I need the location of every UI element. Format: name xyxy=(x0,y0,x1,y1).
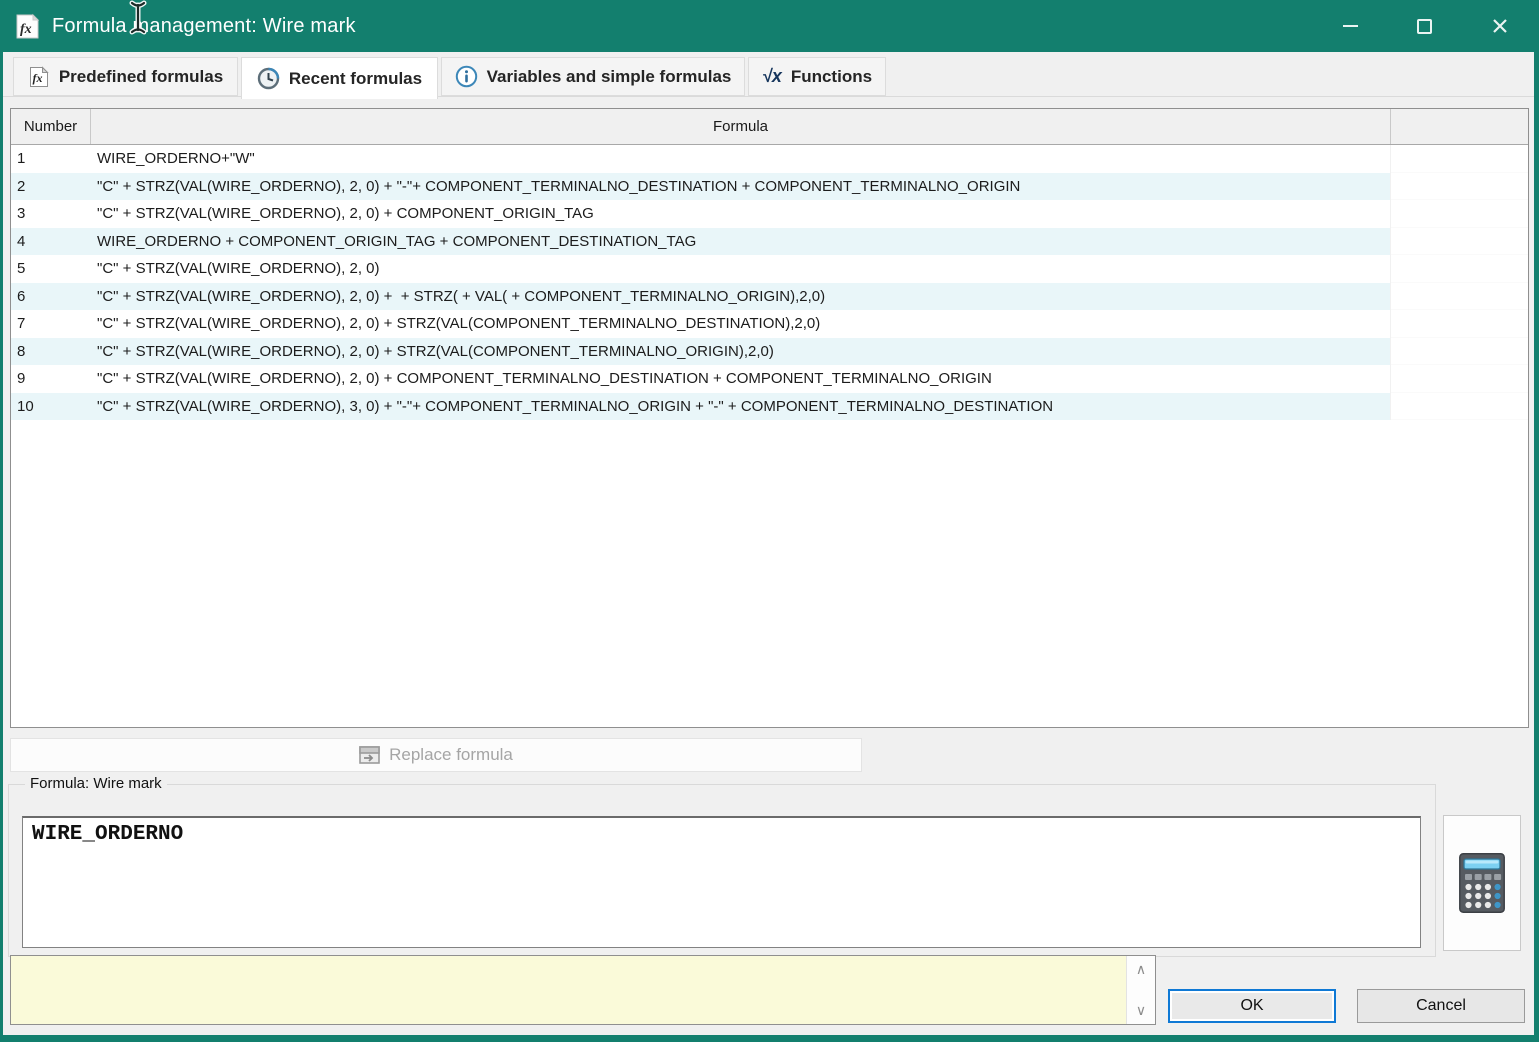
table-row[interactable]: 7"C" + STRZ(VAL(WIRE_ORDERNO), 2, 0) + S… xyxy=(11,310,1528,338)
calculator-icon xyxy=(1459,853,1505,913)
row-number: 9 xyxy=(11,365,91,393)
table-row[interactable]: 9"C" + STRZ(VAL(WIRE_ORDERNO), 2, 0) + C… xyxy=(11,365,1528,393)
row-number: 2 xyxy=(11,173,91,201)
message-box[interactable] xyxy=(10,955,1156,1025)
table-header: Number Formula xyxy=(11,109,1528,145)
row-formula: WIRE_ORDERNO+"W" xyxy=(91,145,1391,173)
scroll-up-icon[interactable]: ∧ xyxy=(1136,961,1146,978)
tab-label: Recent formulas xyxy=(289,69,422,89)
fx-document-icon: fx xyxy=(28,66,50,88)
table-row[interactable]: 4WIRE_ORDERNO + COMPONENT_ORIGIN_TAG + C… xyxy=(11,228,1528,256)
row-filler xyxy=(1391,365,1528,393)
app-fx-icon: fx xyxy=(14,13,41,40)
table-row[interactable]: 10"C" + STRZ(VAL(WIRE_ORDERNO), 3, 0) + … xyxy=(11,393,1528,421)
formulas-table: Number Formula 1WIRE_ORDERNO+"W"2"C" + S… xyxy=(10,108,1529,728)
calculator-button[interactable] xyxy=(1443,815,1521,951)
close-button[interactable] xyxy=(1476,0,1524,52)
formula-management-window: fx Formula management: Wire mark fx Pred xyxy=(0,0,1539,1042)
row-formula: WIRE_ORDERNO + COMPONENT_ORIGIN_TAG + CO… xyxy=(91,228,1391,256)
row-formula: "C" + STRZ(VAL(WIRE_ORDERNO), 3, 0) + "-… xyxy=(91,393,1391,421)
row-formula: "C" + STRZ(VAL(WIRE_ORDERNO), 2, 0) + "-… xyxy=(91,173,1391,201)
row-number: 5 xyxy=(11,255,91,283)
clock-icon xyxy=(257,67,280,90)
tab-functions[interactable]: √x Functions xyxy=(748,57,886,96)
row-formula: "C" + STRZ(VAL(WIRE_ORDERNO), 2, 0) + ST… xyxy=(91,310,1391,338)
maximize-icon xyxy=(1417,19,1432,34)
table-row[interactable]: 6"C" + STRZ(VAL(WIRE_ORDERNO), 2, 0) + +… xyxy=(11,283,1528,311)
formula-groupbox-label: Formula: Wire mark xyxy=(25,775,167,792)
row-filler xyxy=(1391,145,1528,173)
minimize-button[interactable] xyxy=(1326,0,1374,52)
row-formula: "C" + STRZ(VAL(WIRE_ORDERNO), 2, 0) xyxy=(91,255,1391,283)
minimize-icon xyxy=(1343,25,1358,27)
row-number: 1 xyxy=(11,145,91,173)
column-header-number[interactable]: Number xyxy=(11,109,91,144)
table-row[interactable]: 3"C" + STRZ(VAL(WIRE_ORDERNO), 2, 0) + C… xyxy=(11,200,1528,228)
table-row[interactable]: 5"C" + STRZ(VAL(WIRE_ORDERNO), 2, 0) xyxy=(11,255,1528,283)
info-icon xyxy=(455,65,478,88)
row-filler xyxy=(1391,173,1528,201)
text-cursor-pointer xyxy=(126,0,150,41)
row-filler xyxy=(1391,393,1528,421)
replace-formula-button[interactable]: Replace formula xyxy=(10,738,862,772)
title-bar: fx Formula management: Wire mark xyxy=(0,0,1539,52)
row-number: 8 xyxy=(11,338,91,366)
row-filler xyxy=(1391,338,1528,366)
column-header-filler xyxy=(1391,109,1528,144)
cancel-button[interactable]: Cancel xyxy=(1357,989,1525,1023)
row-filler xyxy=(1391,200,1528,228)
row-filler xyxy=(1391,283,1528,311)
formulas-table-body: 1WIRE_ORDERNO+"W"2"C" + STRZ(VAL(WIRE_OR… xyxy=(11,145,1528,420)
window-border-right xyxy=(1534,0,1539,1042)
row-formula: "C" + STRZ(VAL(WIRE_ORDERNO), 2, 0) + CO… xyxy=(91,365,1391,393)
tab-label: Functions xyxy=(791,67,872,87)
tab-label: Predefined formulas xyxy=(59,67,223,87)
svg-text:fx: fx xyxy=(32,71,42,85)
window-border-left xyxy=(0,0,3,1042)
row-number: 6 xyxy=(11,283,91,311)
table-row[interactable]: 8"C" + STRZ(VAL(WIRE_ORDERNO), 2, 0) + S… xyxy=(11,338,1528,366)
window-title: Formula management: Wire mark xyxy=(52,15,356,38)
close-icon xyxy=(1491,17,1509,35)
replace-formula-label: Replace formula xyxy=(389,745,513,765)
row-number: 4 xyxy=(11,228,91,256)
column-header-formula[interactable]: Formula xyxy=(91,109,1391,144)
replace-formula-icon xyxy=(359,746,380,764)
row-number: 3 xyxy=(11,200,91,228)
scroll-down-icon[interactable]: ∨ xyxy=(1136,1002,1146,1019)
tab-strip-divider xyxy=(0,96,1539,97)
table-row[interactable]: 1WIRE_ORDERNO+"W" xyxy=(11,145,1528,173)
maximize-button[interactable] xyxy=(1400,0,1448,52)
tab-recent-formulas[interactable]: Recent formulas xyxy=(241,57,438,99)
row-filler xyxy=(1391,255,1528,283)
formula-groupbox: Formula: Wire mark WIRE_ORDERNO xyxy=(8,784,1436,957)
svg-text:fx: fx xyxy=(20,22,32,37)
row-formula: "C" + STRZ(VAL(WIRE_ORDERNO), 2, 0) + ST… xyxy=(91,338,1391,366)
sqrt-x-icon: √x xyxy=(762,66,782,87)
ok-button[interactable]: OK xyxy=(1168,989,1336,1023)
row-number: 7 xyxy=(11,310,91,338)
tab-variables-simple-formulas[interactable]: Variables and simple formulas xyxy=(441,57,745,96)
tab-label: Variables and simple formulas xyxy=(487,67,732,87)
table-row[interactable]: 2"C" + STRZ(VAL(WIRE_ORDERNO), 2, 0) + "… xyxy=(11,173,1528,201)
row-number: 10 xyxy=(11,393,91,421)
row-filler xyxy=(1391,310,1528,338)
message-box-scrollbar[interactable]: ∧ ∨ xyxy=(1126,956,1155,1024)
formula-input[interactable]: WIRE_ORDERNO xyxy=(22,816,1421,948)
window-border-bottom xyxy=(0,1035,1539,1042)
row-filler xyxy=(1391,228,1528,256)
tab-predefined-formulas[interactable]: fx Predefined formulas xyxy=(13,57,238,96)
row-formula: "C" + STRZ(VAL(WIRE_ORDERNO), 2, 0) + CO… xyxy=(91,200,1391,228)
row-formula: "C" + STRZ(VAL(WIRE_ORDERNO), 2, 0) + + … xyxy=(91,283,1391,311)
